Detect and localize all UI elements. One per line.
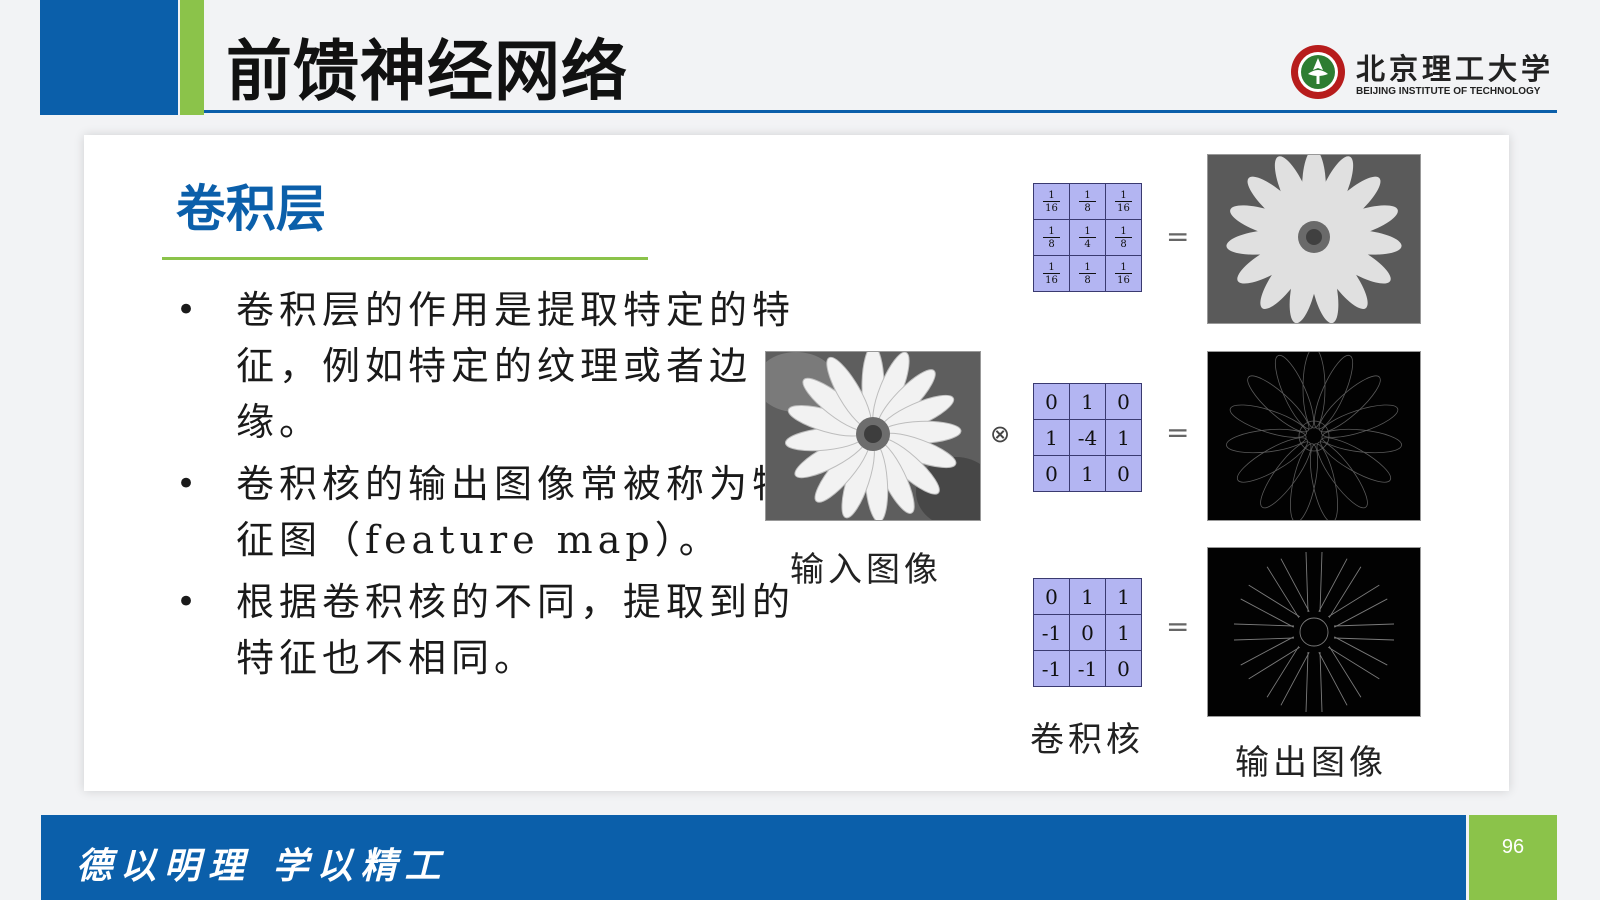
kernel-cell: -1 [1033,650,1070,687]
input-image-caption: 输入图像 [790,550,942,590]
bullet-item: 卷积层的作用是提取特定的特征，例如特定的纹理或者边缘。 [176,282,816,450]
kernel-cell: 0 [1069,614,1106,651]
kernel-cell: 1 16 [1033,255,1070,292]
kernel-cell: -4 [1069,419,1106,456]
equals-sign: = [1166,220,1190,253]
kernel-laplacian: 0 1 0 1 -4 1 0 1 0 [1033,383,1142,492]
kernel-cell: 18 [1033,219,1070,256]
kernel-cell: 1 16 [1105,183,1142,220]
kernel-cell: 0 [1033,578,1070,615]
slide-title: 前馈神经网络 [226,33,628,110]
convolution-symbol: ⊗ [990,420,1011,448]
university-logo: 北京理工大学 BEIJING INSTITUTE OF TECHNOLOGY [1290,44,1556,104]
kernel-cell: 0 [1105,383,1142,420]
section-title-underline [162,257,648,260]
kernel-cell: 1 [1105,578,1142,615]
kernel-gaussian: 1 16 18 1 16 18 14 18 1 16 18 1 16 [1033,183,1142,292]
header-blue-block [40,0,178,115]
kernel-cell: 18 [1105,219,1142,256]
edge-map-photo [1208,352,1420,520]
kernel-cell: 0 [1105,650,1142,687]
directional-edge-photo [1208,548,1420,716]
bullet-item: 卷积核的输出图像常被称为特征图（feature map）。 [176,456,816,568]
logo-chinese-name: 北京理工大学 [1356,52,1555,86]
kernel-cell: 0 [1105,455,1142,492]
kernel-cell: 18 [1069,255,1106,292]
kernel-cell: 1 [1069,383,1106,420]
kernel-cell: 18 [1069,183,1106,220]
kernel-cell: 1 [1069,455,1106,492]
output-image-caption: 输出图像 [1235,743,1387,783]
header-green-bar [180,0,204,115]
blurred-daisy-photo [1208,155,1420,323]
kernel-cell: 1 16 [1105,255,1142,292]
kernel-cell: 1 [1033,419,1070,456]
output-image-edges [1207,351,1421,521]
output-image-directional [1207,547,1421,717]
bullet-item: 根据卷积核的不同，提取到的特征也不相同。 [176,574,816,686]
kernel-cell: 1 [1069,578,1106,615]
logo-english-name: BEIJING INSTITUTE OF TECHNOLOGY [1356,86,1541,97]
equals-sign: = [1166,610,1190,643]
kernel-cell: -1 [1069,650,1106,687]
kernel-cell: 1 [1105,419,1142,456]
section-title: 卷积层 [176,180,326,238]
output-image-blurred [1207,154,1421,324]
kernel-cell: 0 [1033,383,1070,420]
university-emblem-icon [1291,45,1345,99]
kernel-cell: 0 [1033,455,1070,492]
input-image [765,351,981,521]
equals-sign: = [1166,416,1190,449]
daisy-photo [766,352,980,520]
kernel-caption: 卷积核 [1030,720,1144,760]
kernel-cell: 1 16 [1033,183,1070,220]
kernel-cell: 1 [1105,614,1142,651]
page-number: 96 [1501,836,1525,858]
bullet-list: 卷积层的作用是提取特定的特征，例如特定的纹理或者边缘。 卷积核的输出图像常被称为… [176,282,816,692]
kernel-directional: 0 1 1 -1 0 1 -1 -1 0 [1033,578,1142,687]
footer-motto: 德以明理 学以精工 [76,845,449,887]
kernel-cell: 14 [1069,219,1106,256]
kernel-cell: -1 [1033,614,1070,651]
